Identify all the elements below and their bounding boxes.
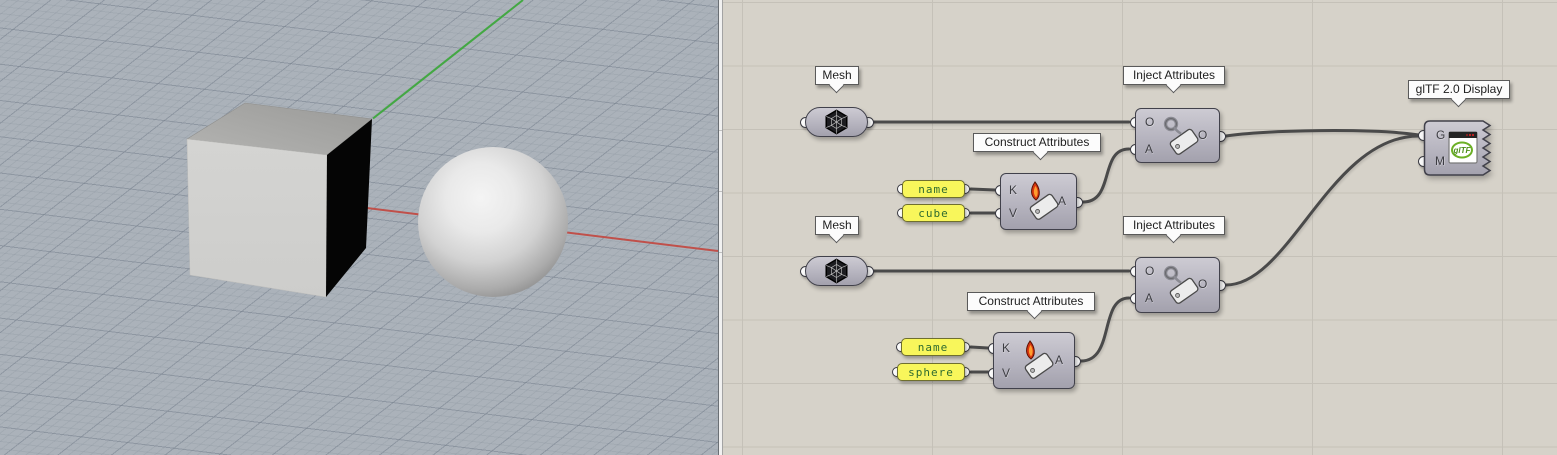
label-mesh-2: Mesh <box>815 216 859 235</box>
mesh-icon <box>822 108 851 136</box>
wire-inject2-gltf[interactable] <box>1226 136 1419 285</box>
port-label-A-in: A <box>1145 142 1153 156</box>
label-inject-attributes-1: Inject Attributes <box>1123 66 1225 85</box>
mesh-param-1[interactable] <box>805 107 868 137</box>
rhino-viewport[interactable] <box>0 0 718 455</box>
label-inject-attributes-2: Inject Attributes <box>1123 216 1225 235</box>
panel-value: name <box>901 338 965 356</box>
panel-value: name <box>902 180 965 198</box>
construct-attributes-icon <box>1019 179 1061 223</box>
inject-attributes-2[interactable]: O A O <box>1135 257 1220 313</box>
port-label-A-in: A <box>1145 291 1153 305</box>
label-construct-attributes-2: Construct Attributes <box>967 292 1095 311</box>
port-label-O-in: O <box>1145 264 1154 278</box>
app-window: name cube K V A <box>0 0 1557 455</box>
wire-construct1-inject1[interactable] <box>1083 149 1129 202</box>
port-label-G: G <box>1436 128 1445 142</box>
inject-attributes-icon <box>1159 263 1201 307</box>
port-label-V: V <box>1009 206 1017 220</box>
wire-name1-constructK[interactable] <box>971 189 995 190</box>
panel-cube[interactable]: cube <box>902 204 965 222</box>
port-label-K: K <box>1009 183 1017 197</box>
gltf-display-component[interactable]: G M glTF <box>1423 120 1499 177</box>
mesh-param-2[interactable] <box>805 256 868 286</box>
splitter-notch <box>719 252 722 253</box>
gltf-display-icon: glTF <box>1448 131 1478 165</box>
port-label-O-in: O <box>1145 115 1154 129</box>
sphere-object[interactable] <box>418 147 568 297</box>
y-axis-line <box>373 0 523 119</box>
panel-name-1[interactable]: name <box>902 180 965 198</box>
port-label-V: V <box>1002 366 1010 380</box>
svg-text:glTF: glTF <box>1453 146 1472 155</box>
label-mesh-1: Mesh <box>815 66 859 85</box>
wire-name2-constructK[interactable] <box>971 347 988 348</box>
port-label-A: A <box>1055 353 1063 367</box>
mesh-icon <box>822 257 851 285</box>
splitter-notch <box>719 130 722 131</box>
inject-attributes-icon <box>1159 114 1201 158</box>
construct-attributes-icon <box>1014 338 1056 382</box>
splitter-notch <box>719 191 722 192</box>
wire-inject1-gltf[interactable] <box>1226 131 1419 136</box>
panel-name-2[interactable]: name <box>901 338 965 356</box>
label-construct-attributes-1: Construct Attributes <box>973 133 1101 152</box>
label-gltf-display: glTF 2.0 Display <box>1408 80 1510 99</box>
port-label-M: M <box>1435 154 1445 168</box>
construct-attributes-1[interactable]: K V A <box>1000 173 1077 230</box>
viewport-geometry <box>0 0 718 455</box>
construct-attributes-2[interactable]: K V A <box>993 332 1075 389</box>
port-label-K: K <box>1002 341 1010 355</box>
inject-attributes-1[interactable]: O A O <box>1135 108 1220 163</box>
panel-value: sphere <box>897 363 965 381</box>
panel-value: cube <box>902 204 965 222</box>
panel-sphere[interactable]: sphere <box>897 363 965 381</box>
cube-object[interactable] <box>187 103 372 297</box>
grasshopper-canvas[interactable]: name cube K V A <box>723 0 1557 455</box>
